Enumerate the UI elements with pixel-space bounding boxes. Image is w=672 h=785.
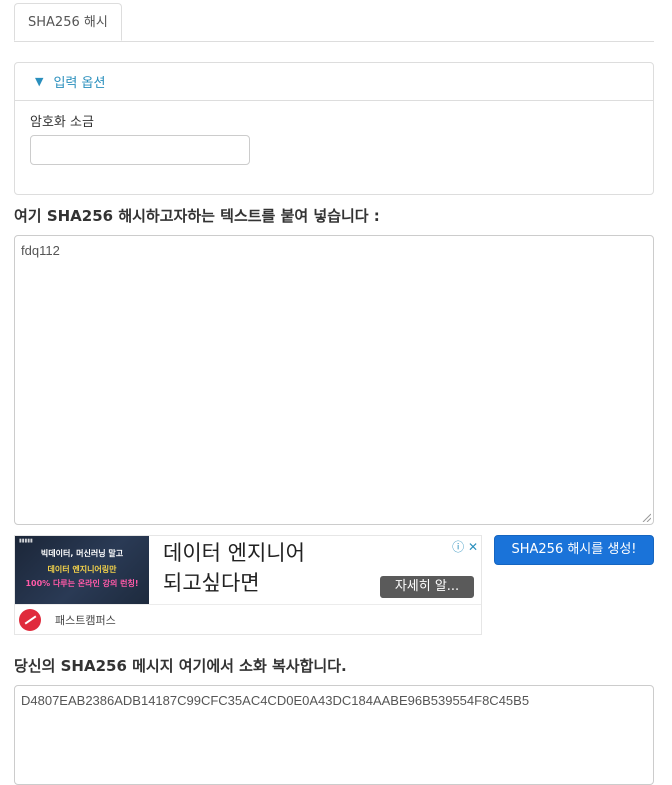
ad-headline-line1: 데이터 엔지니어: [163, 541, 305, 565]
advertisement[interactable]: ▮▮▮▮▮ 빅데이터, 머신러닝 말고 데이터 엔지니어링만 100% 다루는 …: [14, 535, 482, 635]
input-options-header: 입력 옵션: [53, 76, 106, 91]
ad-banner-image[interactable]: ▮▮▮▮▮ 빅데이터, 머신러닝 말고 데이터 엔지니어링만 100% 다루는 …: [15, 536, 149, 605]
tab-sha256-hash[interactable]: SHA256 해시: [14, 3, 122, 41]
ad-image-line2: 데이터 엔지니어링만: [47, 565, 117, 574]
generate-hash-button[interactable]: SHA256 해시를 생성!: [494, 535, 654, 565]
ad-image-line1: 빅데이터, 머신러닝 말고: [40, 549, 124, 558]
ad-headline[interactable]: 데이터 엔지니어 되고싶다면: [163, 538, 305, 598]
ad-brand-name: 패스트캠퍼스: [55, 614, 116, 627]
ad-image-line3: 100% 다루는 온라인 강의 런칭!: [25, 579, 139, 588]
salt-label: 암호화 소금: [30, 115, 94, 130]
input-text-label: 여기 SHA256 해시하고자하는 텍스트를 붙여 넣습니다 :: [14, 207, 380, 225]
input-textarea[interactable]: fdq112: [14, 235, 654, 525]
input-options-panel: ▼ 입력 옵션 암호화 소금: [14, 62, 654, 195]
input-options-toggle[interactable]: ▼ 입력 옵션: [15, 63, 653, 101]
salt-input[interactable]: [30, 135, 250, 165]
output-textarea[interactable]: D4807EAB2386ADB14187C99CFC35AC4CD0E0A43D…: [14, 685, 654, 785]
fastcampus-logo-icon: [19, 609, 41, 631]
ad-footer[interactable]: 패스트캠퍼스: [15, 604, 481, 634]
caret-down-icon: ▼: [35, 75, 44, 88]
resize-grip-icon[interactable]: [641, 512, 651, 522]
ad-image-logo: ▮▮▮▮▮: [19, 538, 33, 544]
tab-bar: SHA256 해시: [14, 0, 654, 42]
ad-headline-line2: 되고싶다면: [163, 571, 260, 595]
input-text-value: fdq112: [21, 243, 60, 258]
ad-choices-icon[interactable]: ⓘ ✕: [452, 538, 478, 555]
output-hash-value: D4807EAB2386ADB14187C99CFC35AC4CD0E0A43D…: [21, 693, 530, 708]
output-label: 당신의 SHA256 메시지 여기에서 소화 복사합니다.: [14, 657, 347, 675]
ad-cta-button[interactable]: 자세히 알...: [380, 576, 474, 598]
